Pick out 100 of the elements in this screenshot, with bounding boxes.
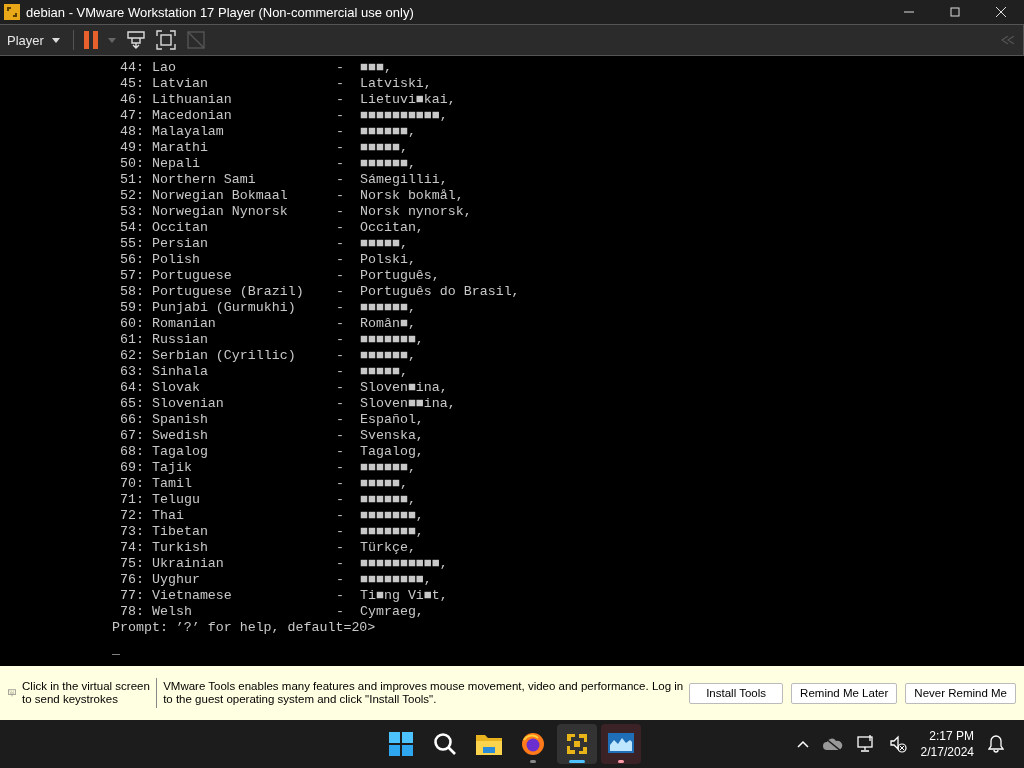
native-name: Tagalog, bbox=[360, 444, 424, 460]
line-number: 74: bbox=[120, 540, 145, 556]
separator-dash: - bbox=[336, 204, 345, 220]
running-indicator bbox=[569, 760, 585, 763]
windows-icon bbox=[389, 732, 413, 756]
native-name: ■■■■■■, bbox=[360, 300, 416, 316]
separator-dash: - bbox=[336, 524, 345, 540]
native-name: ■■■■■■■■, bbox=[360, 572, 432, 588]
separator-dash: - bbox=[336, 300, 345, 316]
line-number: 53: bbox=[120, 204, 145, 220]
native-name: ■■■■■■■, bbox=[360, 508, 424, 524]
speaker-muted-icon[interactable] bbox=[888, 735, 907, 753]
line-number: 69: bbox=[120, 460, 145, 476]
browser-icon bbox=[521, 732, 545, 756]
line-number: 66: bbox=[120, 412, 145, 428]
language-name: Swedish bbox=[152, 428, 209, 444]
native-name: Ti■ng Vi■t, bbox=[360, 588, 448, 604]
native-name: ■■■■■■, bbox=[360, 348, 416, 364]
waveform-window-icon bbox=[608, 733, 634, 755]
pause-icon[interactable] bbox=[83, 31, 98, 49]
language-name: Sinhala bbox=[152, 364, 209, 380]
native-name: Cymraeg, bbox=[360, 604, 424, 620]
player-menu[interactable]: Player bbox=[4, 30, 63, 50]
vmware-taskbar-button[interactable] bbox=[557, 724, 597, 764]
clock-date[interactable]: 2/17/2024 bbox=[920, 744, 974, 760]
line-number: 52: bbox=[120, 188, 145, 204]
line-number: 73: bbox=[120, 524, 145, 540]
line-number: 57: bbox=[120, 268, 145, 284]
vmware-icon bbox=[565, 732, 589, 756]
chevron-up-icon[interactable] bbox=[796, 740, 809, 748]
caret-icon[interactable] bbox=[107, 37, 116, 43]
line-number: 64: bbox=[120, 380, 145, 396]
language-name: Portuguese (Brazil) bbox=[152, 284, 305, 300]
line-number: 59: bbox=[120, 300, 145, 316]
language-name: Russian bbox=[152, 332, 209, 348]
line-number: 75: bbox=[120, 556, 145, 572]
line-number: 56: bbox=[120, 252, 145, 268]
separator-dash: - bbox=[336, 92, 345, 108]
text-cursor: _ bbox=[112, 642, 120, 658]
line-number: 70: bbox=[120, 476, 145, 492]
language-name: Welsh bbox=[152, 604, 193, 620]
line-number: 61: bbox=[120, 332, 145, 348]
language-name: Lithuanian bbox=[152, 92, 233, 108]
line-number: 49: bbox=[120, 140, 145, 156]
maximize-icon bbox=[950, 7, 960, 17]
line-number: 58: bbox=[120, 284, 145, 300]
native-name: ■■■, bbox=[360, 60, 392, 76]
send-keys-icon[interactable] bbox=[125, 30, 146, 50]
separator-dash: - bbox=[336, 492, 345, 508]
separator-dash: - bbox=[336, 60, 345, 76]
cloud-offline-icon[interactable] bbox=[822, 737, 843, 751]
language-name: Vietnamese bbox=[152, 588, 233, 604]
separator-dash: - bbox=[336, 444, 345, 460]
language-name: Romanian bbox=[152, 316, 217, 332]
line-number: 77: bbox=[120, 588, 145, 604]
search-icon bbox=[433, 732, 457, 756]
separator-dash: - bbox=[336, 604, 345, 620]
native-name: ■■■■■■■■■■, bbox=[360, 108, 448, 124]
fullscreen-icon[interactable] bbox=[155, 30, 176, 50]
native-name: ■■■■■, bbox=[360, 140, 408, 156]
line-number: 51: bbox=[120, 172, 145, 188]
separator-dash: - bbox=[336, 332, 345, 348]
separator-dash: - bbox=[336, 556, 345, 572]
line-number: 62: bbox=[120, 348, 145, 364]
notification-button[interactable]: Remind Me Later bbox=[791, 682, 898, 704]
prompt-text: Prompt: ’?’ for help, default=20> bbox=[112, 620, 377, 636]
separator-dash: - bbox=[336, 380, 345, 396]
language-name: Polish bbox=[152, 252, 201, 268]
line-number: 48: bbox=[120, 124, 145, 140]
separator-dash: - bbox=[336, 76, 345, 92]
separator-dash: - bbox=[336, 572, 345, 588]
native-name: ■■■■■■, bbox=[360, 124, 416, 140]
monitor-taskbar-button[interactable] bbox=[601, 724, 641, 764]
language-name: Tamil bbox=[152, 476, 193, 492]
native-name: Sámegillii, bbox=[360, 172, 448, 188]
native-name: ■■■■■■■■■■, bbox=[360, 556, 448, 572]
native-name: ■■■■■■■, bbox=[360, 524, 424, 540]
language-name: Norwegian Nynorsk bbox=[152, 204, 289, 220]
line-number: 67: bbox=[120, 428, 145, 444]
separator-dash: - bbox=[336, 428, 345, 444]
native-name: ■■■■■■■, bbox=[360, 332, 424, 348]
native-name: Türkçe, bbox=[360, 540, 416, 556]
notification-bell-icon[interactable] bbox=[988, 735, 1004, 753]
language-name: Punjabi (Gurmukhi) bbox=[152, 300, 297, 316]
separator-dash: - bbox=[336, 252, 345, 268]
language-name: Nepali bbox=[152, 156, 201, 172]
separator-dash: - bbox=[336, 508, 345, 524]
language-name: Telugu bbox=[152, 492, 201, 508]
line-number: 78: bbox=[120, 604, 145, 620]
notification-button[interactable]: Never Remind Me bbox=[905, 682, 1016, 704]
native-name: ■■■■■, bbox=[360, 364, 408, 380]
native-name: ■■■■■, bbox=[360, 476, 408, 492]
language-name: Tajik bbox=[152, 460, 193, 476]
keyboard-icon bbox=[8, 687, 17, 699]
clock-time[interactable]: 2:17 PM bbox=[929, 728, 974, 744]
language-name: Turkish bbox=[152, 540, 209, 556]
notification-button[interactable]: Install Tools bbox=[689, 682, 784, 704]
line-number: 55: bbox=[120, 236, 145, 252]
network-icon[interactable] bbox=[856, 735, 875, 753]
window-title: debian - VMware Workstation 17 Player (Non-commercial use only) bbox=[26, 4, 415, 20]
